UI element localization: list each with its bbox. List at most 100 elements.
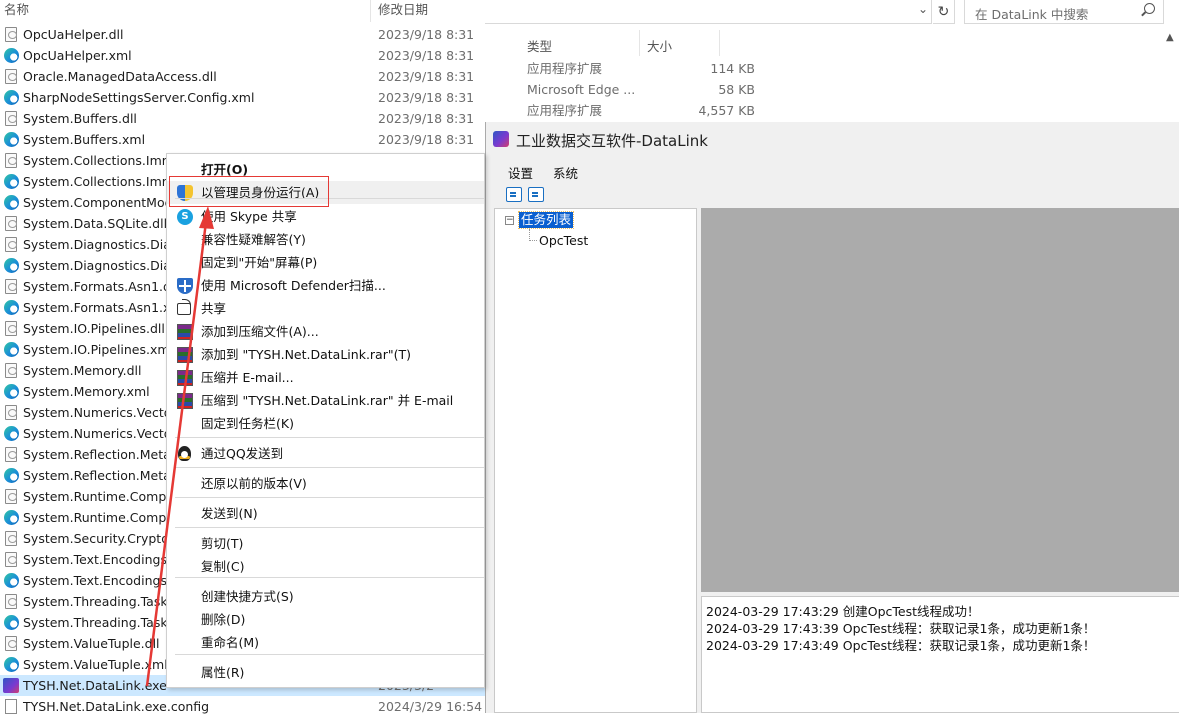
context-menu-item[interactable]: 还原以前的版本(V) xyxy=(167,472,484,495)
exe-file-icon xyxy=(3,678,19,693)
datalink-window: 工业数据交互软件-DataLink 设置 系统 − 任务列表 OpcTest 2… xyxy=(485,122,1179,713)
column-header-name[interactable]: 名称 xyxy=(4,0,29,22)
column-divider[interactable] xyxy=(719,30,720,56)
context-menu-item[interactable]: 删除(D) xyxy=(167,608,484,631)
context-menu-item[interactable]: 固定到"开始"屏幕(P) xyxy=(167,251,484,274)
menu-bar: 设置 系统 xyxy=(486,158,1179,182)
file-name: System.Diagnostics.Diag xyxy=(23,237,179,252)
file-date: 2024/3/29 16:54 xyxy=(378,699,483,714)
dll-file-icon xyxy=(5,216,17,231)
column-header-size[interactable]: 大小 xyxy=(647,36,672,55)
defender-icon xyxy=(177,278,193,294)
tree-connector xyxy=(529,240,537,241)
file-size: 4,557 KB xyxy=(698,103,755,118)
file-row[interactable]: OpcUaHelper.dll 2023/9/18 8:31 xyxy=(0,24,485,45)
context-menu-item[interactable]: 添加到 "TYSH.Net.DataLink.rar"(T) xyxy=(167,343,484,366)
file-row-details[interactable]: 应用程序扩展 4,557 KB xyxy=(527,100,755,121)
context-menu-item[interactable]: 重命名(M) xyxy=(167,631,484,654)
context-menu-item[interactable]: 共享 xyxy=(167,297,484,320)
file-name: System.Numerics.Vectors xyxy=(23,426,184,441)
menu-separator xyxy=(175,497,484,498)
vertical-scrollbar[interactable]: ▲ xyxy=(1163,30,1179,122)
column-header-type[interactable]: 类型 xyxy=(527,36,552,55)
file-name: System.ValueTuple.xml xyxy=(23,657,168,672)
skype-icon: S xyxy=(177,209,193,225)
context-menu-label: 还原以前的版本(V) xyxy=(201,476,307,491)
file-row[interactable]: System.Buffers.xml 2023/9/18 8:31 xyxy=(0,129,485,150)
window-titlebar[interactable]: 工业数据交互软件-DataLink xyxy=(486,122,1179,158)
context-menu-item[interactable]: 剪切(T) xyxy=(167,532,484,555)
file-row[interactable]: SharpNodeSettingsServer.Config.xml 2023/9… xyxy=(0,87,485,108)
file-name: Oracle.ManagedDataAccess.dll xyxy=(23,69,217,84)
search-icon[interactable] xyxy=(1144,3,1155,14)
edge-file-icon xyxy=(4,48,19,63)
file-date: 2023/9/18 8:31 xyxy=(378,90,475,105)
file-size: 114 KB xyxy=(710,61,755,76)
file-name: System.Buffers.xml xyxy=(23,132,146,147)
context-menu-item[interactable]: 使用 Microsoft Defender扫描... xyxy=(167,274,484,297)
dll-file-icon xyxy=(5,699,17,714)
file-name: System.Reflection.Metad xyxy=(23,447,179,462)
context-menu-item[interactable]: 通过QQ发送到 xyxy=(167,442,484,465)
context-menu-item[interactable]: 创建快捷方式(S) xyxy=(167,585,484,608)
context-menu-item[interactable]: 固定到任务栏(K) xyxy=(167,412,484,435)
context-menu-item[interactable]: 复制(C) xyxy=(167,555,484,578)
context-menu-label: 属性(R) xyxy=(201,665,245,680)
address-bar[interactable]: ⌄ xyxy=(485,0,932,24)
dll-file-icon xyxy=(5,27,17,42)
chevron-down-icon[interactable]: ⌄ xyxy=(918,2,928,16)
file-size: 58 KB xyxy=(718,82,755,97)
dll-file-icon xyxy=(5,237,17,252)
file-row-details[interactable]: Microsoft Edge ... 58 KB xyxy=(527,79,755,100)
tree-node-opctest[interactable]: OpcTest xyxy=(539,233,588,248)
search-input[interactable]: 在 DataLink 中搜索 xyxy=(964,0,1164,24)
file-name: SharpNodeSettingsServer.Config.xml xyxy=(23,90,255,105)
context-menu-item[interactable]: 发送到(N) xyxy=(167,502,484,525)
dll-file-icon xyxy=(5,279,17,294)
column-header-date[interactable]: 修改日期 xyxy=(378,0,428,22)
file-row[interactable]: System.Buffers.dll 2023/9/18 8:31 xyxy=(0,108,485,129)
winrar-icon xyxy=(177,347,193,363)
column-divider[interactable] xyxy=(370,0,371,22)
menu-separator xyxy=(175,437,484,438)
task-list-icon[interactable] xyxy=(506,187,522,202)
file-row[interactable]: Oracle.ManagedDataAccess.dll 2023/9/18 8:… xyxy=(0,66,485,87)
menu-system[interactable]: 系统 xyxy=(553,163,578,182)
scroll-up-icon[interactable]: ▲ xyxy=(1166,32,1174,43)
file-date: 2023/9/18 8:31 xyxy=(378,132,475,147)
task-tree: − 任务列表 OpcTest xyxy=(494,208,697,713)
toolbar xyxy=(486,184,1179,206)
file-name: TYSH.Net.DataLink.exe xyxy=(23,678,167,693)
winrar-icon xyxy=(177,393,193,409)
column-divider[interactable] xyxy=(639,30,640,56)
refresh-button[interactable]: ↻ xyxy=(933,0,955,24)
context-menu-item[interactable]: 压缩并 E-mail... xyxy=(167,366,484,389)
edge-file-icon xyxy=(4,615,19,630)
context-menu-item[interactable]: 属性(R) xyxy=(167,661,484,684)
file-row[interactable]: OpcUaHelper.xml 2023/9/18 8:31 xyxy=(0,45,485,66)
menu-separator xyxy=(175,577,484,578)
edge-file-icon xyxy=(4,573,19,588)
file-name: System.ComponentMode xyxy=(23,195,181,210)
file-date: 2023/9/18 8:31 xyxy=(378,111,475,126)
context-menu-item[interactable]: 兼容性疑难解答(Y) xyxy=(167,228,484,251)
context-menu-label: 发送到(N) xyxy=(201,506,258,521)
edge-file-icon xyxy=(4,132,19,147)
file-row[interactable]: TYSH.Net.DataLink.exe.config 2024/3/29 16… xyxy=(0,696,485,717)
menu-settings[interactable]: 设置 xyxy=(508,163,533,182)
tree-node-task-list[interactable]: 任务列表 xyxy=(517,211,575,229)
file-row-details[interactable]: 应用程序扩展 114 KB xyxy=(527,58,755,79)
dll-file-icon xyxy=(5,321,17,336)
edge-file-icon xyxy=(4,258,19,273)
context-menu-item[interactable]: 添加到压缩文件(A)... xyxy=(167,320,484,343)
context-menu-item[interactable]: S 使用 Skype 共享 xyxy=(167,205,484,228)
context-menu-item[interactable]: 压缩到 "TYSH.Net.DataLink.rar" 并 E-mail xyxy=(167,389,484,412)
dll-file-icon xyxy=(5,489,17,504)
edge-file-icon xyxy=(4,426,19,441)
file-name: OpcUaHelper.xml xyxy=(23,48,132,63)
add-task-icon[interactable] xyxy=(528,187,544,202)
log-output[interactable]: 2024-03-29 17:43:29 创建OpcTest线程成功！ 2024-… xyxy=(701,596,1179,713)
context-menu-label: 使用 Skype 共享 xyxy=(201,209,297,224)
tree-collapse-icon[interactable]: − xyxy=(505,216,514,225)
file-name: System.Memory.dll xyxy=(23,363,142,378)
